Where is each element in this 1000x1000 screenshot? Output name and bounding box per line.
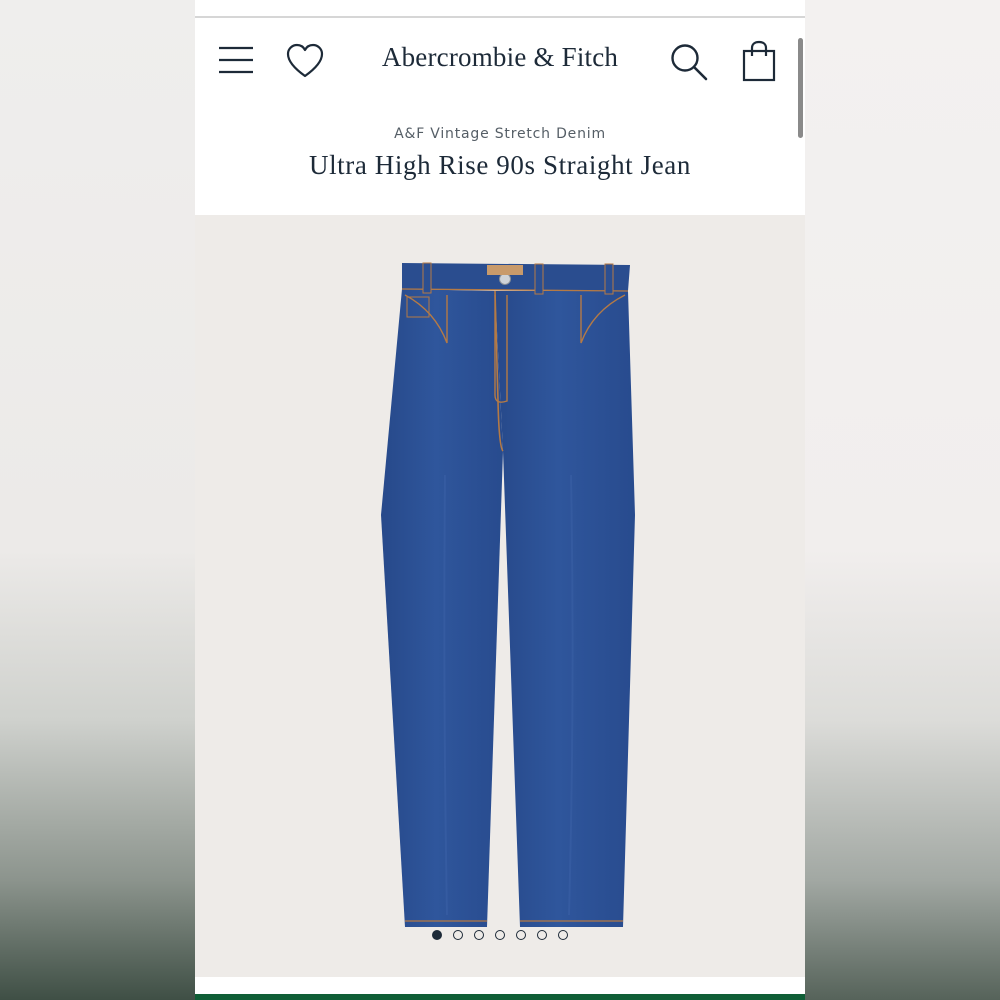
scrollbar[interactable] xyxy=(798,38,803,138)
carousel-dot[interactable] xyxy=(537,930,547,940)
carousel-dot[interactable] xyxy=(432,930,442,940)
product-image-carousel[interactable] xyxy=(195,215,805,977)
blurred-background-right xyxy=(805,0,1000,1000)
phone-screen: Abercrombie & Fitch A&F Vintage Stretch … xyxy=(195,0,805,1000)
carousel-dot[interactable] xyxy=(495,930,505,940)
brand-logo[interactable]: Abercrombie & Fitch xyxy=(345,42,655,73)
carousel-dot[interactable] xyxy=(474,930,484,940)
product-title: Ultra High Rise 90s Straight Jean xyxy=(308,150,691,180)
bottom-accent-bar xyxy=(195,994,805,1000)
menu-icon[interactable] xyxy=(217,44,255,76)
product-collection[interactable]: A&F Vintage Stretch Denim xyxy=(195,126,805,142)
heart-icon[interactable] xyxy=(285,42,325,82)
carousel-dot[interactable] xyxy=(516,930,526,940)
site-header: Abercrombie & Fitch xyxy=(195,18,805,106)
carousel-dot[interactable] xyxy=(453,930,463,940)
search-icon[interactable] xyxy=(669,42,709,82)
carousel-dot[interactable] xyxy=(558,930,568,940)
bag-icon[interactable] xyxy=(741,40,777,82)
product-image[interactable] xyxy=(195,215,805,977)
blurred-background-left xyxy=(0,0,195,1000)
carousel-dots xyxy=(195,930,805,940)
